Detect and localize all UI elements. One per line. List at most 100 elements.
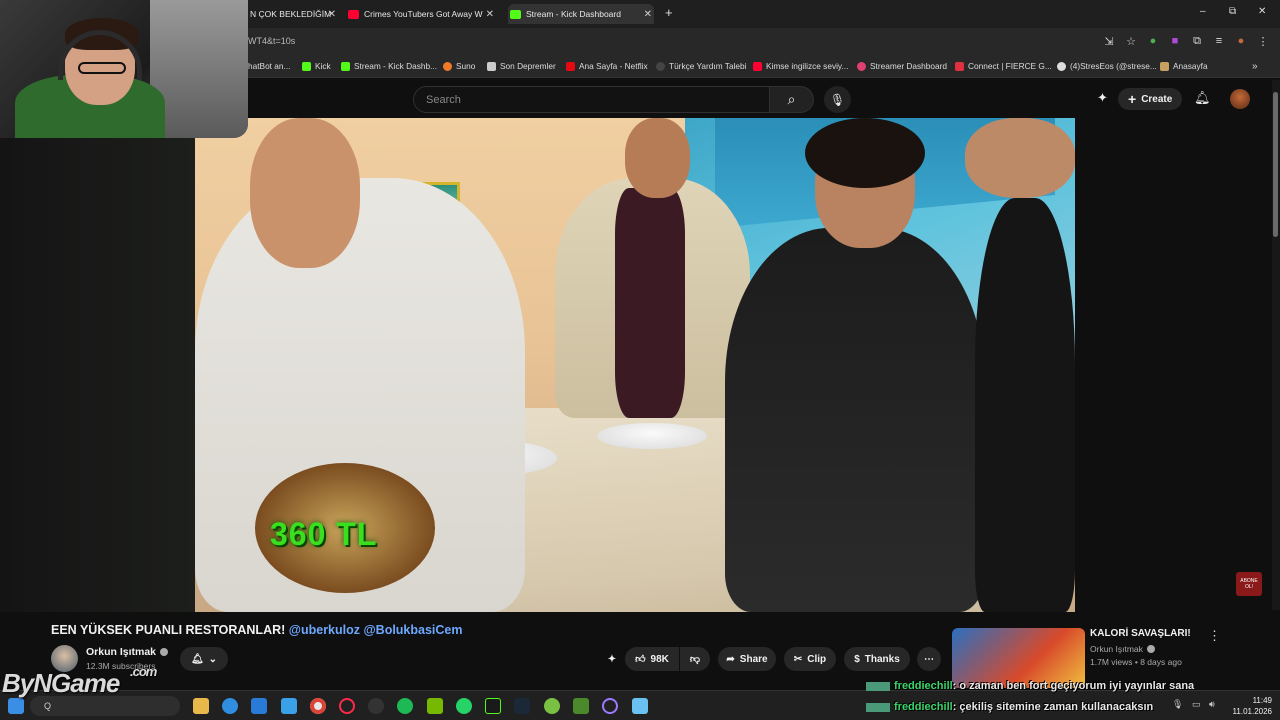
video-scene-person <box>975 198 1075 612</box>
extension-icon[interactable]: ■ <box>1168 34 1182 48</box>
bookmark-item[interactable]: Anasayfa <box>1160 61 1208 71</box>
notification-bell-button[interactable]: 🔔︎ ⌄ <box>180 647 228 671</box>
extension-icon[interactable]: ● <box>1146 34 1160 48</box>
edge-icon[interactable] <box>222 698 238 714</box>
more-actions-button[interactable]: ⋯ <box>917 647 941 671</box>
video-scene-person <box>615 188 685 418</box>
spotify-icon[interactable] <box>397 698 413 714</box>
chrome-icon[interactable] <box>310 698 326 714</box>
browser-tab[interactable]: Crimes YouTubers Got Away W ✕ <box>348 4 496 24</box>
video-title: EEN YÜKSEK PUANLI RESTORANLAR! @uberkulo… <box>51 623 463 637</box>
video-info: EEN YÜKSEK PUANLI RESTORANLAR! @uberkulo… <box>0 612 1280 690</box>
bookmark-item[interactable]: hatBot an... <box>248 61 290 71</box>
url-text[interactable]: WT4&t=10s <box>248 36 295 46</box>
bookmark-label: Connect | FIERCE G... <box>968 61 1052 71</box>
install-icon[interactable]: ⇲ <box>1102 34 1116 48</box>
verified-icon <box>160 648 169 656</box>
avatar[interactable] <box>1230 89 1250 109</box>
channel-name-text: Orkun Işıtmak <box>86 646 157 658</box>
bell-icon[interactable]: 🔔︎ <box>1194 90 1211 106</box>
obs-icon[interactable] <box>368 698 384 714</box>
clock[interactable]: 11:49 11.01.2026 <box>1226 695 1272 717</box>
bookmark-item[interactable]: Kimse ingilizce seviy... <box>753 61 848 71</box>
recommended-title[interactable]: KALORİ SAVAŞLARI! <box>1090 628 1191 639</box>
puzzle-icon[interactable]: ⧉ <box>1190 34 1204 48</box>
bookmark-label: Türkçe Yardım Talebi <box>669 61 747 71</box>
voice-search-button[interactable]: 🎙 <box>824 86 851 113</box>
bookmark-label: Stream - Kick Dashb... <box>354 61 437 71</box>
app-icon[interactable] <box>544 698 560 714</box>
media-icon[interactable]: ≡ <box>1212 34 1226 48</box>
kick-icon[interactable] <box>485 698 501 714</box>
bookmark-item[interactable]: Ana Sayfa - Netflix <box>566 61 648 71</box>
bookmark-label: Streamer Dashboard <box>870 61 948 71</box>
create-button[interactable]: + Create <box>1118 88 1183 110</box>
minecraft-icon[interactable] <box>573 698 589 714</box>
nvidia-icon[interactable] <box>427 698 443 714</box>
scrollbar-thumb[interactable] <box>1273 92 1278 237</box>
bookmark-item[interactable]: Kick <box>302 61 331 71</box>
bookmark-item[interactable]: Streamer Dashboard <box>857 61 947 71</box>
bookmark-item[interactable]: Türkçe Yardım Talebi <box>656 61 746 71</box>
profile-icon[interactable]: ● <box>1234 34 1248 48</box>
like-button[interactable]: 👍︎ 98K <box>625 647 679 671</box>
video-left-margin <box>0 118 195 612</box>
create-label: Create <box>1141 93 1173 105</box>
dislike-button[interactable]: 👎︎ <box>680 647 710 671</box>
bookmark-label: Suno <box>456 61 476 71</box>
premium-icon[interactable]: ✦ <box>603 647 621 671</box>
volume-icon[interactable]: 🔊︎ <box>1209 699 1215 710</box>
app-icon[interactable] <box>281 698 297 714</box>
browser-tab-active[interactable]: Stream - Kick Dashboard ✕ <box>508 4 654 24</box>
close-icon[interactable]: ✕ <box>644 9 652 20</box>
whatsapp-icon[interactable] <box>456 698 472 714</box>
search-icon: ⌕ <box>787 91 796 107</box>
like-count: 98K <box>650 653 669 665</box>
recommended-thumbnail[interactable] <box>952 628 1085 688</box>
new-tab-button[interactable]: + <box>665 5 673 20</box>
thanks-button[interactable]: $ Thanks <box>844 647 910 671</box>
app-icon[interactable] <box>602 698 618 714</box>
store-icon[interactable] <box>251 698 267 714</box>
recommended-channel[interactable]: Orkun Işıtmak <box>1090 644 1155 654</box>
bookmark-item[interactable]: (4)StresEos (@strese... <box>1057 61 1157 71</box>
thanks-label: Thanks <box>864 653 900 665</box>
close-icon[interactable]: ✕ <box>486 9 494 20</box>
premium-icon[interactable]: ✦ <box>1097 90 1108 106</box>
chat-message: freddiechill: o zaman ben fort geçiyorum… <box>866 680 1194 692</box>
chat-message: freddiechill: çekiliş sitemine zaman kul… <box>866 701 1153 713</box>
steam-icon[interactable] <box>514 698 530 714</box>
maximize-button[interactable]: ⧉ <box>1229 6 1236 17</box>
clip-button[interactable]: ✂ Clip <box>784 647 836 671</box>
menu-icon[interactable]: ⋮ <box>1256 34 1270 48</box>
video-title-mentions[interactable]: @uberkuloz @BolukbasiCem <box>289 623 463 637</box>
search-button[interactable]: ⌕ <box>770 86 814 113</box>
close-icon[interactable]: ✕ <box>328 9 336 20</box>
minimize-button[interactable]: – <box>1200 6 1206 17</box>
bookmark-item[interactable]: Son Depremler <box>487 61 556 71</box>
bookmark-item[interactable]: Stream - Kick Dashb... <box>341 61 437 71</box>
taskbar-search[interactable]: Q <box>30 696 180 716</box>
youtube-icon <box>753 61 762 71</box>
start-icon[interactable] <box>8 698 24 714</box>
more-icon[interactable]: ⋮ <box>1208 628 1221 644</box>
tab-title: N ÇOK BEKLEDİĞİM <box>250 9 332 19</box>
bookmark-label: (4)StresEos (@strese... <box>1070 61 1157 71</box>
opera-icon[interactable] <box>339 698 355 714</box>
more-bookmarks-icon[interactable]: » <box>1252 61 1258 72</box>
folder-icon[interactable] <box>193 698 209 714</box>
video-player[interactable]: 360 TL <box>195 118 1075 612</box>
search-input[interactable]: Search <box>413 86 770 113</box>
bookmark-item[interactable]: Suno <box>443 61 475 71</box>
watermark-text: ByNGame <box>2 668 120 698</box>
channel-name[interactable]: Orkun Işıtmak <box>86 646 169 658</box>
close-window-button[interactable]: ✕ <box>1258 6 1266 17</box>
bookmark-item[interactable]: Connect | FIERCE G... <box>955 61 1052 71</box>
display-icon[interactable]: ▭ <box>1192 699 1201 710</box>
app-icon[interactable] <box>632 698 648 714</box>
mic-icon[interactable]: 🎙 <box>1172 699 1183 710</box>
star-icon[interactable]: ☆ <box>1124 34 1138 48</box>
browser-tab[interactable]: N ÇOK BEKLEDİĞİM ✕ <box>250 4 338 24</box>
share-label: Share <box>739 653 768 665</box>
share-button[interactable]: ➦ Share <box>718 647 776 671</box>
